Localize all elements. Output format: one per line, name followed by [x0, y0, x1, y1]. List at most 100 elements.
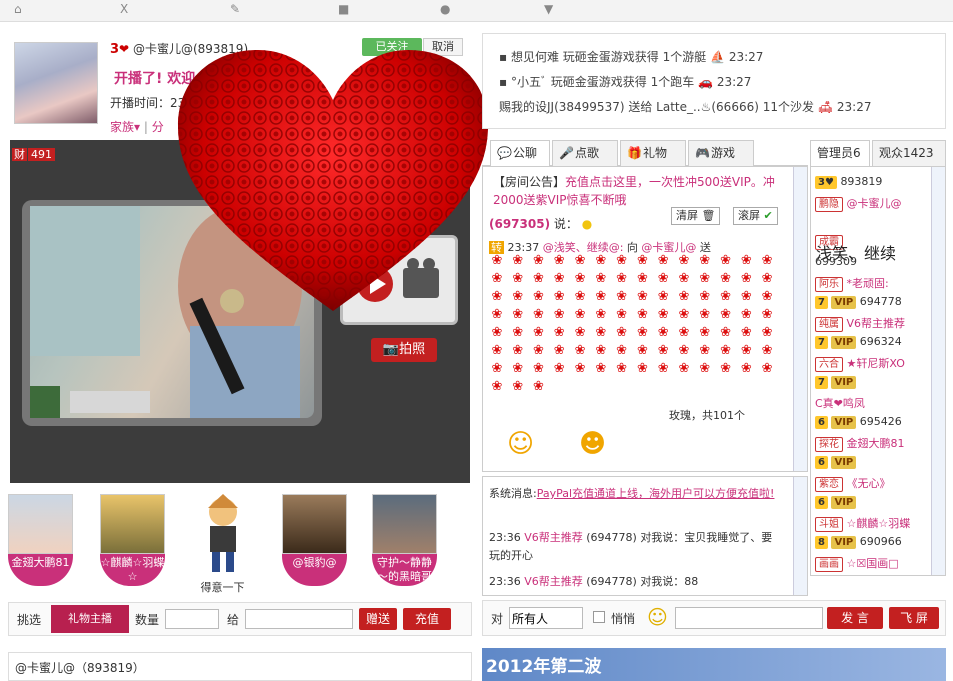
audience-row[interactable]: 紫恋 《无心》	[815, 475, 891, 494]
edit-icon[interactable]: ✎	[230, 2, 240, 16]
audience-row[interactable]: 探花 金翅大鹏81	[815, 435, 905, 454]
rose-icon: ❀	[616, 343, 628, 358]
audience-row[interactable]: 7 VIP 694778	[815, 295, 902, 314]
whisper-checkbox[interactable]	[593, 611, 605, 623]
rose-icon: ❀	[636, 289, 648, 304]
rose-icon: ❀	[574, 289, 586, 304]
audience-row[interactable]: 6 VIP 695426	[815, 415, 902, 434]
recipient-select[interactable]	[509, 607, 583, 629]
mic-icon: 🎤	[559, 146, 574, 160]
fan-card[interactable]: 金翅大鹏81	[8, 494, 73, 590]
pick-label: 挑选	[17, 613, 42, 627]
rose-icon: ❀	[491, 307, 503, 322]
rose-icon: ❀	[491, 325, 503, 340]
send-message-button[interactable]: 发 言	[827, 607, 883, 629]
gift-target-select[interactable]: 礼物主播	[51, 605, 129, 633]
square-icon[interactable]: ■	[338, 2, 349, 16]
audience-name: ★轩尼斯XO	[846, 357, 905, 370]
audience-row[interactable]: 六合 ★轩尼斯XO	[815, 355, 905, 374]
private-message: 23:36 V6帮主推荐 (694778) 对我说：88	[489, 575, 699, 588]
rose-icon: ❀	[491, 361, 503, 376]
chat-scrollbar[interactable]	[793, 167, 807, 471]
fan-name: 得意一下	[200, 581, 245, 594]
emoji-picker-icon[interactable]: ☺	[647, 605, 668, 629]
family-menu[interactable]: 家族▾ | 分	[110, 118, 164, 135]
rose-icon: ❀	[657, 271, 669, 286]
audience-row[interactable]: 阿乐 *老顽固:	[815, 275, 889, 294]
rose-icon: ❀	[699, 271, 711, 286]
fan-card[interactable]: ☆麒麟☆羽蝶☆	[100, 494, 165, 590]
audience-row[interactable]: 3♥ 893819	[815, 175, 882, 194]
recharge-button[interactable]: 充值	[403, 608, 451, 630]
rose-icon: ❀	[740, 289, 752, 304]
rose-icon: ❀	[657, 343, 669, 358]
chat-message-input[interactable]	[675, 607, 823, 629]
to-label: 对	[491, 612, 504, 626]
audience-list: 3♥ 893819 鹏隐 @卡蜜儿@ 成霸 699309 阿乐 *老顽固: 7 VIP …	[810, 166, 946, 576]
qty-input[interactable]	[165, 609, 219, 629]
rose-icon: ❀	[678, 289, 690, 304]
audience-row[interactable]: 斗姐 ☆麒麟☆羽蝶	[815, 515, 910, 534]
tab-gift[interactable]: 🎁 礼物	[620, 140, 686, 166]
host-footer: @卡蜜儿@（893819）	[8, 652, 472, 681]
rank-badge: 探花	[815, 436, 843, 452]
news-ticker: ▪ 想见何难 玩砸金蛋游戏获得 1个游艇 ⛵ 23:27 ▪ °小五ﾞ 玩砸金蛋…	[482, 33, 946, 129]
audience-row[interactable]: 7 VIP	[815, 375, 857, 394]
promo-banner[interactable]: 2012年第二波	[482, 648, 946, 681]
fly-screen-button[interactable]: 飞 屏	[889, 607, 939, 629]
recipient-input[interactable]	[245, 609, 353, 629]
tab-audience[interactable]: 观众1423	[872, 140, 946, 166]
tool-icon[interactable]: X	[120, 2, 128, 16]
dot-icon[interactable]: ●	[440, 2, 450, 16]
vip-badge: VIP	[831, 375, 857, 389]
share-label[interactable]: 分	[152, 120, 164, 134]
fan-card[interactable]: 守护～静静～的黑暗哥	[372, 494, 437, 590]
audience-row[interactable]: 7 VIP 696324	[815, 335, 902, 354]
rose-icon: ❀	[761, 289, 773, 304]
host-avatar[interactable]	[14, 42, 98, 124]
audience-name: @卡蜜儿@	[846, 197, 902, 210]
news-item: ▪ °小五ﾞ 玩砸金蛋游戏获得 1个跑车 🚗 23:27	[499, 75, 752, 89]
photo-button[interactable]: 📷拍照	[371, 338, 437, 362]
home-icon[interactable]: ⌂	[14, 2, 22, 16]
chevron-down-icon: ▾	[134, 120, 141, 134]
audience-name: C真❤鸣凤	[815, 397, 865, 410]
news-item: ▪ 想见何难 玩砸金蛋游戏获得 1个游艇 ⛵ 23:27	[499, 50, 764, 64]
audience-scrollbar[interactable]	[931, 167, 945, 575]
audience-row[interactable]: 6 VIP	[815, 495, 857, 514]
rose-icon: ❀	[699, 343, 711, 358]
rose-icon: ❀	[512, 343, 524, 358]
qty-label: 数量	[135, 613, 160, 627]
dropdown-icon[interactable]: ▼	[544, 2, 553, 16]
clear-screen-button[interactable]: 清屏 🗑	[671, 207, 721, 225]
tab-song[interactable]: 🎤 点歌	[552, 140, 618, 166]
tab-admins[interactable]: 管理员6	[810, 140, 870, 166]
tab-public-chat[interactable]: 💬 公聊	[490, 140, 550, 166]
level-badge: 6	[815, 455, 828, 469]
rose-icon: ❀	[657, 325, 669, 340]
fan-card[interactable]: @银豹@	[282, 494, 347, 590]
rose-icon: ❀	[512, 325, 524, 340]
send-gift-button[interactable]: 赠送	[359, 608, 397, 630]
audience-row[interactable]: 8 VIP 690966	[815, 535, 902, 554]
level-badge: 7	[815, 375, 828, 389]
fan-card[interactable]: 得意一下	[190, 494, 255, 594]
fan-name: ☆麒麟☆羽蝶☆	[100, 554, 165, 586]
tab-game[interactable]: 🎮 游戏	[688, 140, 754, 166]
rose-icon: ❀	[533, 325, 544, 340]
system-scrollbar[interactable]	[793, 477, 807, 595]
audience-row[interactable]: 纯属 V6帮主推荐	[815, 315, 905, 334]
rose-icon: ❀	[595, 325, 607, 340]
audience-name: ☆☒国画□	[846, 557, 899, 570]
rose-icon: ❀	[595, 271, 607, 286]
audience-row[interactable]: 6 VIP	[815, 455, 857, 474]
rose-icon: ❀	[616, 325, 628, 340]
audience-row[interactable]: 画画 ☆☒国画□	[815, 555, 899, 574]
rose-icon: ❀	[636, 343, 648, 358]
audience-row[interactable]: 鹏隐 @卡蜜儿@	[815, 195, 902, 214]
auto-scroll-button[interactable]: 滚屏 ✔	[733, 207, 778, 225]
chat-input-bar: 对 悄悄 ☺ 发 言 飞 屏	[482, 600, 946, 636]
gift-icon: 🎁	[627, 146, 642, 160]
audience-row[interactable]: C真❤鸣凤	[815, 395, 865, 414]
rose-icon: ❀	[636, 253, 648, 268]
